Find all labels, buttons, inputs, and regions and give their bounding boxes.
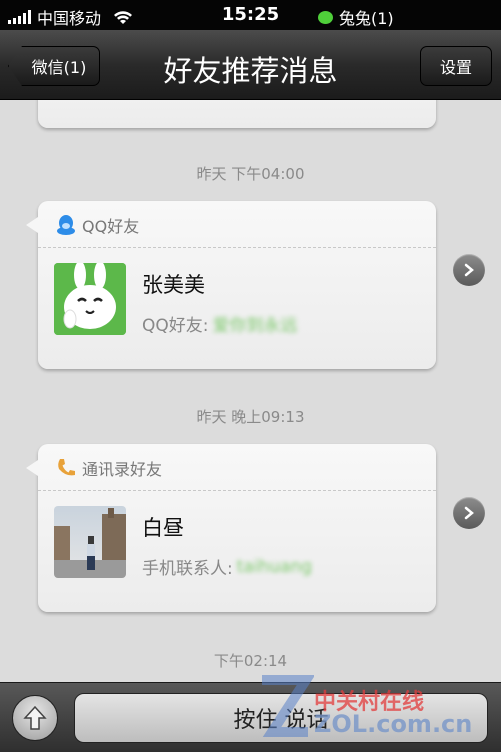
friend-source: QQ好友: 爱你到永远 [142,311,298,336]
message-list[interactable]: 昨天 下午04:00 QQ好友 张美美 QQ好友: 爱你到永远 昨天 晚上09:… [0,100,501,682]
card-tail [26,217,38,233]
hold-to-talk-button[interactable]: 按住 说话 [74,693,488,743]
status-time: 15:25 [221,4,280,25]
notification-text: 兔兔(1) [339,9,394,28]
friend-source: 手机联系人: taihuang [142,554,313,580]
hold-to-talk-label: 按住 说话 [233,708,329,733]
friend-name: 张美美 [142,273,205,297]
card-source-label: 通讯录好友 [82,460,163,479]
settings-button-label: 设置 [439,58,472,77]
bottom-toolbar: 按住 说话 [0,682,501,752]
chevron-right-icon [464,506,474,520]
friend-recommendation-card[interactable]: 通讯录好友 白昼 手机联系人: taihuang [26,444,436,612]
friend-source-value: taihuang [236,556,313,577]
card-tail [26,460,38,476]
wechat-bubble-icon [318,10,333,24]
card-source-label: QQ好友 [82,217,140,236]
card-divider [38,490,436,491]
nav-bar: 微信(1) 好友推荐消息 设置 [0,30,501,100]
arrow-up-icon [23,705,47,730]
friend-recommendation-card[interactable]: QQ好友 张美美 QQ好友: 爱你到永远 [26,201,436,369]
chevron-right-icon [464,263,474,277]
avatar[interactable] [54,263,126,335]
message-timestamp: 昨天 晚上09:13 [196,408,305,426]
card-divider [38,247,436,248]
message-timestamp: 下午02:14 [213,652,288,670]
notification-indicator: 兔兔(1) [318,5,394,29]
friend-source-label: QQ好友: [142,316,209,336]
qq-penguin-icon [57,215,75,235]
avatar[interactable] [54,506,126,578]
friend-source-value: 爱你到永远 [212,316,298,336]
settings-button[interactable]: 设置 [420,46,492,86]
message-timestamp: 昨天 下午04:00 [196,165,305,183]
friend-name: 白昼 [142,516,184,540]
status-bar: 中国移动 15:25 兔兔(1) [0,0,501,30]
friend-source-label: 手机联系人: [142,559,233,579]
phone-icon [58,459,75,476]
photo-avatar-icon [54,506,126,578]
upload-button[interactable] [12,695,58,741]
rabbit-avatar-icon [54,263,126,335]
card-header: QQ好友 [56,213,139,237]
chevron-right-button[interactable] [453,254,485,286]
card-header: 通讯录好友 [56,456,162,480]
chevron-right-button[interactable] [453,497,485,529]
previous-message-card[interactable] [38,100,436,128]
